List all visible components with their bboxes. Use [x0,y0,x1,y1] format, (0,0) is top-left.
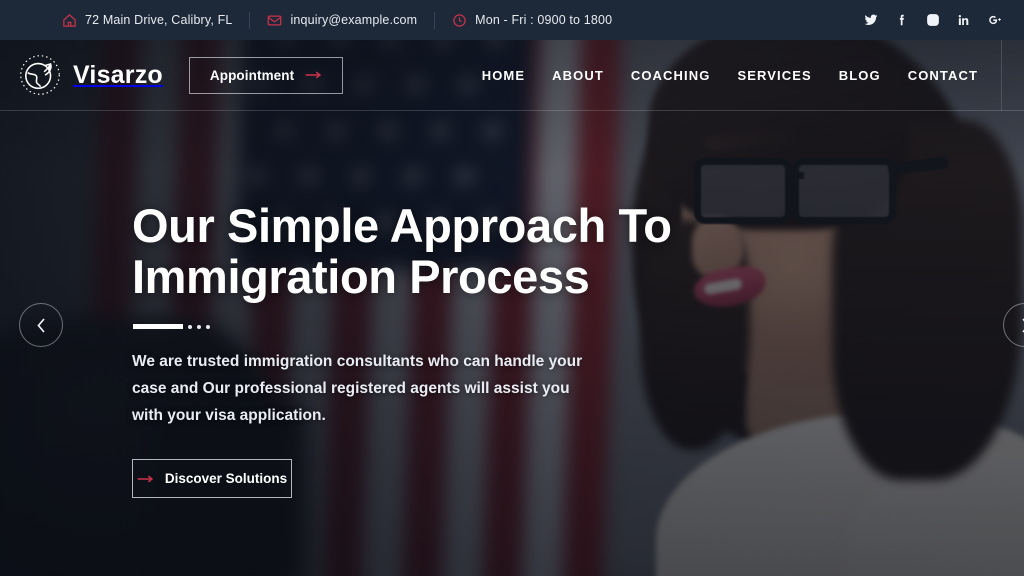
discover-solutions-label: Discover Solutions [164,471,288,487]
nav-item-blog[interactable]: BLOG [839,68,881,83]
title-divider [133,324,692,330]
nav-item-about[interactable]: ABOUT [552,68,604,83]
home-icon [62,13,77,28]
divider-dot [188,324,192,329]
appointment-button[interactable]: Appointment [188,56,344,94]
brand-logo[interactable]: Visarzo [0,53,163,97]
appointment-button-label: Appointment [209,67,295,83]
nav-item-home[interactable]: HOME [482,68,525,83]
instagram-icon[interactable] [926,13,940,27]
hero-paragraph: We are trusted immigration consultants w… [132,353,583,424]
divider-dot [197,324,201,329]
topbar-hours: Mon - Fri : 0900 to 1800 [452,13,612,28]
main-navigation: HOME ABOUT COACHING SERVICES BLOG CONTAC… [482,68,1024,83]
topbar-email[interactable]: inquiry@example.com [267,13,417,28]
topbar-separator [249,11,251,29]
topbar-contact-group: 72 Main Drive, Calibry, FL inquiry@examp… [0,11,612,29]
topbar-separator [434,11,436,29]
header-vertical-divider [1001,40,1002,111]
topbar-address[interactable]: 72 Main Drive, Calibry, FL [62,13,232,28]
social-links [864,13,1024,27]
hero-title: Our Simple Approach To Immigration Proce… [132,200,692,302]
top-info-bar: 72 Main Drive, Calibry, FL inquiry@examp… [0,0,1024,40]
nav-item-coaching[interactable]: COACHING [631,68,711,83]
facebook-icon[interactable] [895,13,909,27]
brand-name: Visarzo [73,60,163,89]
topbar-address-text: 72 Main Drive, Calibry, FL [85,13,233,27]
topbar-hours-text: Mon - Fri : 0900 to 1800 [475,13,613,27]
discover-solutions-button[interactable]: Discover Solutions [132,459,292,499]
hero-title-line2: Immigration Process [132,250,590,304]
chevron-right-icon [1019,317,1024,334]
site-header: Visarzo Appointment HOME ABOUT COACHING … [0,40,1024,111]
envelope-icon [267,13,282,28]
divider-bar [133,324,183,330]
googleplus-icon[interactable] [988,13,1002,27]
twitter-icon[interactable] [864,13,878,27]
slider-prev-button[interactable] [19,303,63,347]
topbar-email-text: inquiry@example.com [290,13,418,27]
globe-plane-icon [18,53,62,97]
chevron-left-icon [35,317,48,334]
clock-icon [452,13,467,28]
arrow-right-icon [137,474,154,484]
nav-item-services[interactable]: SERVICES [737,68,811,83]
hero-content: Our Simple Approach To Immigration Proce… [132,200,692,499]
divider-dot [206,324,210,329]
linkedin-icon[interactable] [957,13,971,27]
arrow-right-icon [305,70,322,80]
hero-title-line1: Our Simple Approach To [132,199,672,252]
nav-item-contact[interactable]: CONTACT [908,68,978,83]
